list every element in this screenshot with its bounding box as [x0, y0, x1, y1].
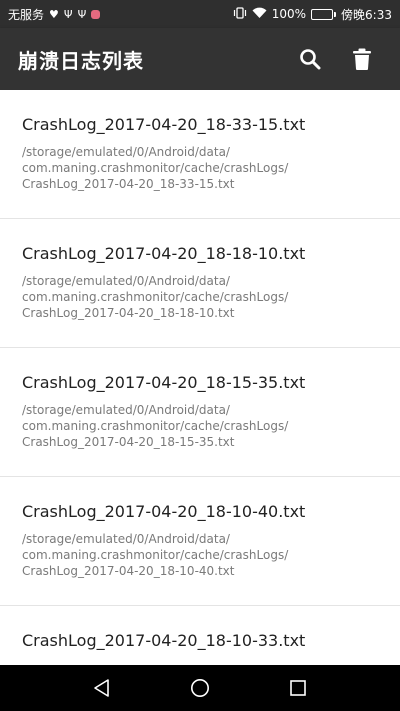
status-bar: 无服务 ♥ Ψ Ψ 100% 傍晚6:33	[0, 0, 400, 28]
log-file-name: CrashLog_2017-04-20_18-15-35.txt	[22, 373, 306, 392]
log-file-path-line: com.maning.crashmonitor/cache/crashLogs/	[22, 290, 289, 304]
battery-body	[311, 8, 334, 20]
list-item[interactable]: CrashLog_2017-04-20_18-10-33.txt	[0, 606, 400, 665]
log-file-path-line: /storage/emulated/0/Android/data/	[22, 532, 230, 546]
search-button[interactable]	[290, 39, 330, 79]
log-file-path-line: com.maning.crashmonitor/cache/crashLogs/	[22, 548, 289, 562]
home-button[interactable]	[185, 673, 215, 703]
status-right: 100% 傍晚6:33	[233, 6, 392, 23]
app-bar: 崩溃日志列表	[0, 28, 400, 90]
recents-icon	[290, 680, 306, 696]
log-file-path-line: CrashLog_2017-04-20_18-10-40.txt	[22, 564, 235, 578]
usb-icon: Ψ	[77, 7, 87, 21]
heart-icon: ♥	[49, 7, 59, 21]
log-file-path-line: com.maning.crashmonitor/cache/crashLogs/	[22, 161, 289, 175]
home-icon	[191, 679, 209, 697]
list-item[interactable]: CrashLog_2017-04-20_18-18-10.txt /storag…	[0, 219, 400, 348]
list-item[interactable]: CrashLog_2017-04-20_18-10-40.txt /storag…	[0, 477, 400, 606]
back-button[interactable]	[87, 673, 117, 703]
search-icon	[300, 49, 321, 70]
list-item[interactable]: CrashLog_2017-04-20_18-33-15.txt /storag…	[0, 90, 400, 219]
vibrate-icon	[233, 6, 247, 22]
delete-all-button[interactable]	[342, 39, 382, 79]
usb-icon: Ψ	[63, 7, 73, 21]
log-file-path-line: com.maning.crashmonitor/cache/crashLogs/	[22, 419, 289, 433]
recents-button[interactable]	[283, 673, 313, 703]
log-file-path-line: CrashLog_2017-04-20_18-15-35.txt	[22, 435, 235, 449]
carrier-text: 无服务	[8, 7, 45, 22]
log-file-path-line: /storage/emulated/0/Android/data/	[22, 403, 230, 417]
status-left: 无服务 ♥ Ψ Ψ	[8, 6, 101, 23]
log-file-name: CrashLog_2017-04-20_18-10-40.txt	[22, 502, 306, 521]
battery-icon	[311, 8, 337, 20]
status-time: 傍晚6:33	[341, 7, 392, 22]
log-file-name: CrashLog_2017-04-20_18-10-33.txt	[22, 631, 306, 650]
log-file-path-line: /storage/emulated/0/Android/data/	[22, 274, 230, 288]
back-icon	[94, 679, 109, 697]
wifi-icon	[252, 7, 267, 22]
battery-tip	[334, 11, 337, 17]
app-notification-icon	[91, 9, 101, 19]
crash-log-list[interactable]: CrashLog_2017-04-20_18-33-15.txt /storag…	[0, 90, 400, 665]
list-item[interactable]: CrashLog_2017-04-20_18-15-35.txt /storag…	[0, 348, 400, 477]
log-file-name: CrashLog_2017-04-20_18-33-15.txt	[22, 115, 306, 134]
page-title: 崩溃日志列表	[18, 48, 144, 73]
log-file-name: CrashLog_2017-04-20_18-18-10.txt	[22, 244, 306, 263]
log-file-path-line: CrashLog_2017-04-20_18-18-10.txt	[22, 306, 235, 320]
navigation-bar	[0, 665, 400, 711]
battery-percent: 100%	[271, 7, 307, 21]
log-file-path-line: /storage/emulated/0/Android/data/	[22, 145, 230, 159]
trash-icon	[353, 48, 371, 70]
log-file-path-line: CrashLog_2017-04-20_18-33-15.txt	[22, 177, 235, 191]
